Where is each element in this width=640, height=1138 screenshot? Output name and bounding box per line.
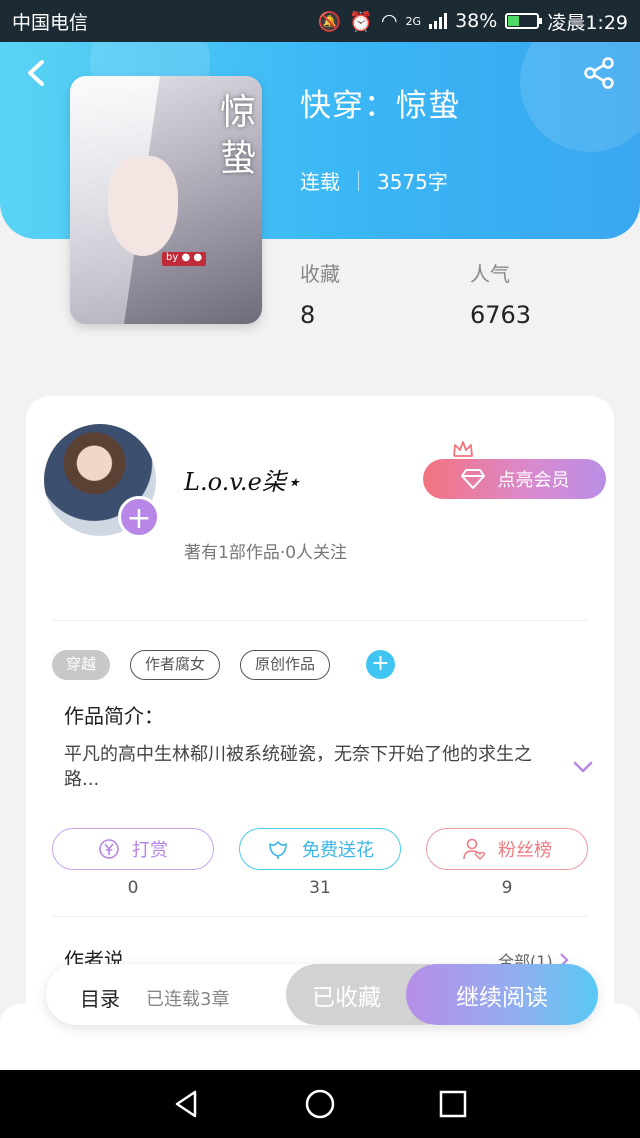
clock: 凌晨1:29 [547,11,628,34]
word-count: 3575字 [377,170,448,194]
share-icon [584,57,614,89]
intro-title: 作品简介： [64,704,164,728]
nav-home-icon[interactable] [302,1086,338,1122]
system-nav-bar [0,1070,640,1138]
collect-stat: 收藏 8 [300,258,340,329]
back-button[interactable] [22,56,50,90]
intro-text: 平凡的高中生林郗川被系统碰瓷，无奈下开始了他的求生之路... [64,744,532,790]
flower-count: 31 [309,878,331,898]
vip-label: 点亮会员 [497,470,570,491]
decor-bubble [520,42,640,152]
user-heart-icon [463,838,486,860]
catalog-button[interactable]: 目录 [80,983,120,1012]
battery-percent: 38% [455,10,498,32]
share-button[interactable] [582,56,616,90]
follow-author-button[interactable]: + [118,496,160,538]
send-flower-label: 免费送花 [302,840,374,861]
tag-item[interactable]: 穿越 [52,650,111,680]
meta-divider [358,170,359,191]
popularity-value: 6763 [470,301,532,329]
mute-icon: 🔕 [317,10,342,33]
reward-button[interactable]: 打赏 [52,828,214,870]
flower-icon [269,841,287,859]
fan-ranking-button[interactable]: 粉丝榜 [426,828,588,870]
reward-count: 0 [127,878,139,898]
collect-label: 收藏 [300,262,340,286]
chevron-left-icon [28,60,44,86]
nav-back-icon[interactable] [169,1086,205,1122]
tag-item[interactable]: 原创作品 [240,650,331,680]
author-name[interactable]: L.o.v.e柒⋆ [184,462,301,497]
yen-icon [99,839,119,859]
chevron-down-icon[interactable] [572,756,594,778]
battery-fill [508,16,519,26]
alarm-icon: ⏰ [349,10,373,33]
reward-label: 打赏 [132,840,168,861]
status-icons: 🔕 ⏰ ◠ 2G 38% 凌晨1:29 [318,8,628,35]
tag-item[interactable]: 作者腐女 [130,650,221,680]
divider [52,916,588,917]
popularity-label: 人气 [470,262,510,286]
book-meta: 连载 3575字 [300,166,448,195]
nav-recents-icon[interactable] [435,1086,471,1122]
diamond-icon [460,469,485,489]
divider [52,620,588,621]
add-tag-button[interactable]: + [366,650,395,679]
crown-icon [453,441,473,457]
status-bar: 中国电信 🔕 ⏰ ◠ 2G 38% 凌晨1:29 [0,0,640,42]
network-type: 2G [405,14,422,28]
wifi-icon: ◠ [380,10,398,32]
signal-icon [429,13,448,29]
serial-status: 连载 [300,170,340,194]
battery-icon [505,13,543,29]
popularity-stat: 人气 6763 [470,258,531,329]
fan-count: 9 [501,878,513,898]
cover-badge: by ● ● [162,252,207,266]
send-flower-button[interactable]: 免费送花 [239,828,401,870]
cover-title-art: 惊蛰 [220,92,257,179]
collect-value: 8 [300,301,316,329]
author-summary: 著有1部作品·0人关注 [184,543,348,563]
chapter-count: 已连载3章 [146,989,230,1010]
book-cover[interactable]: 惊蛰 by ● ● [70,76,262,324]
vip-button[interactable]: 点亮会员 [423,459,606,499]
book-title: 快穿：惊蛰 [300,88,460,124]
continue-reading-button[interactable]: 继续阅读 [406,964,598,1025]
fan-ranking-label: 粉丝榜 [498,840,552,861]
carrier-label: 中国电信 [12,11,89,34]
cover-art-face [108,156,178,256]
